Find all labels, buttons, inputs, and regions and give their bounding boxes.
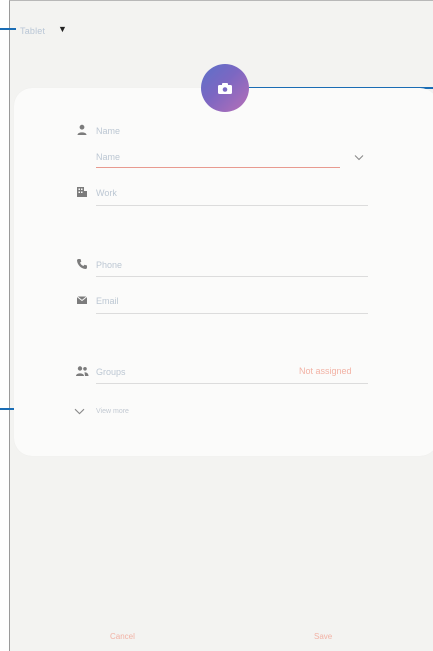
email-input-underline [96,313,368,314]
work-input[interactable]: Work [96,188,117,198]
groups-field[interactable]: Groups [96,367,126,377]
groups-underline [96,383,368,384]
phone-input[interactable]: Phone [96,260,122,270]
contact-form-card [14,88,433,456]
groups-value[interactable]: Not assigned [299,366,352,376]
phone-icon [77,259,87,269]
save-button[interactable]: Save [314,632,332,641]
work-input-underline [96,205,368,206]
chevron-down-icon[interactable] [354,154,364,161]
view-more-button[interactable]: View more [96,408,129,415]
callout-line-storage [0,28,16,30]
chevron-down-icon[interactable] [74,408,85,415]
cancel-button[interactable]: Cancel [110,632,135,641]
phone-input-underline [96,276,368,277]
camera-icon [218,82,232,94]
building-icon [77,187,87,197]
people-icon [76,366,89,376]
person-icon [77,124,87,135]
name-input[interactable]: Name [96,152,120,162]
name-section-label: Name [96,126,121,136]
email-input[interactable]: Email [96,296,119,306]
name-input-underline [96,167,340,168]
contact-photo-button[interactable] [201,64,249,112]
caret-down-icon[interactable]: ▼ [58,24,67,34]
envelope-icon [76,296,88,304]
storage-location-label[interactable]: Tablet [20,26,45,36]
